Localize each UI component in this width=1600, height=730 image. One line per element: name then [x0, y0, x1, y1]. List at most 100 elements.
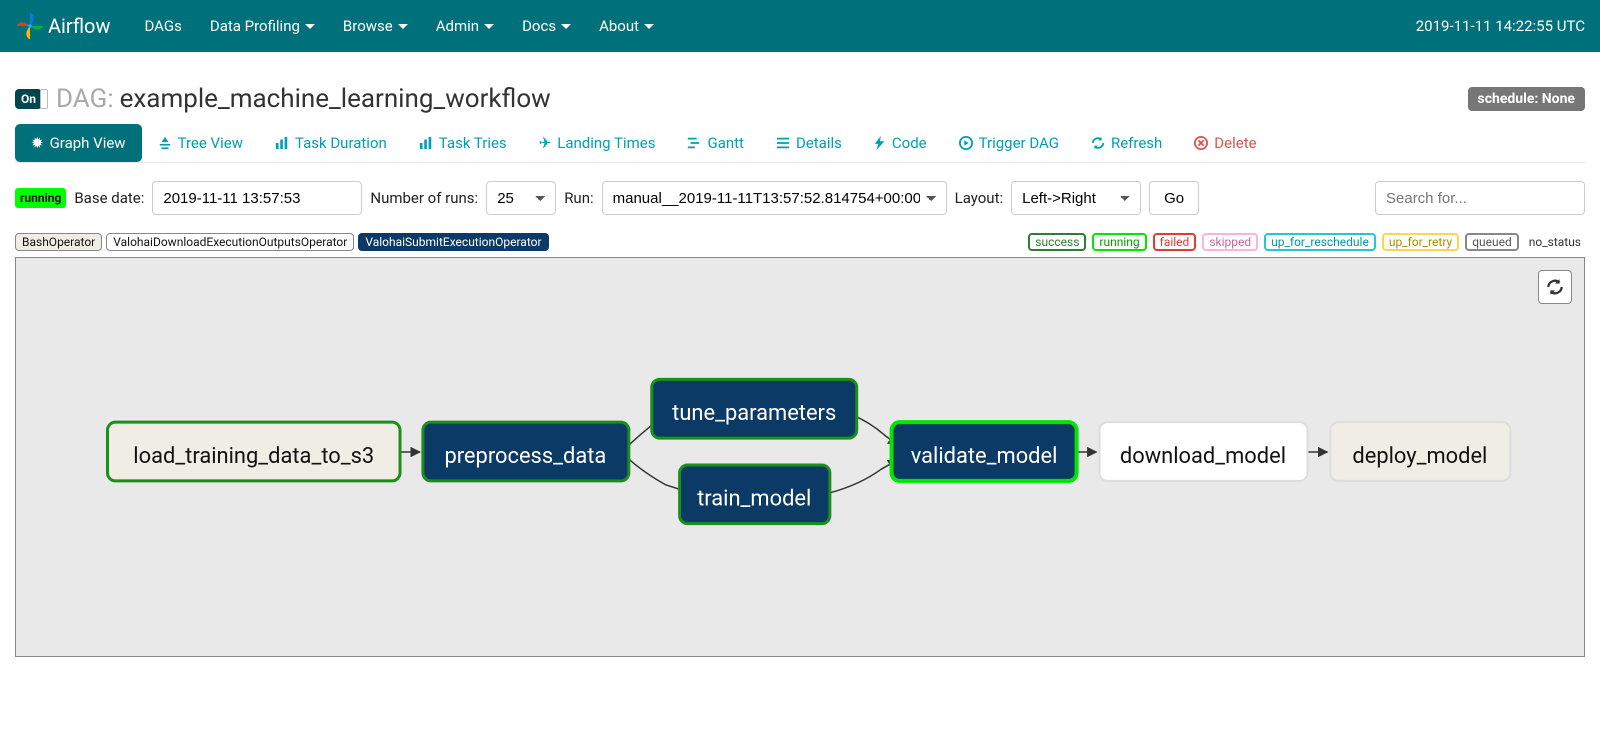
nav-label: About: [599, 17, 639, 35]
tab-label: Gantt: [707, 134, 743, 152]
chevron-down-icon: [398, 24, 408, 29]
bar-chart-icon: [419, 136, 433, 150]
filter-row: running Base date: Number of runs: 25 Ru…: [15, 181, 1585, 215]
tab-graph-view[interactable]: ✹ Graph View: [15, 124, 142, 162]
state-up-for-reschedule[interactable]: up_for_reschedule: [1264, 233, 1376, 251]
tab-code[interactable]: Code: [858, 124, 943, 162]
play-circle-icon: [959, 136, 973, 150]
toggle-handle[interactable]: [40, 89, 48, 109]
tab-label: Refresh: [1111, 134, 1162, 152]
state-running[interactable]: running: [1092, 233, 1146, 251]
tab-label: Trigger DAG: [979, 134, 1059, 152]
state-queued[interactable]: queued: [1465, 233, 1519, 251]
operator-submit[interactable]: ValohaiSubmitExecutionOperator: [358, 233, 548, 251]
tab-task-duration[interactable]: Task Duration: [259, 124, 403, 162]
nav-label: Data Profiling: [210, 17, 300, 35]
sun-icon: ✹: [31, 134, 44, 152]
list-icon: [776, 136, 790, 150]
graph-refresh-button[interactable]: [1538, 270, 1572, 304]
nav-browse[interactable]: Browse: [329, 17, 422, 35]
refresh-icon: [1546, 278, 1564, 296]
chevron-down-icon: [484, 24, 494, 29]
operator-bash[interactable]: BashOperator: [15, 233, 102, 251]
state-success[interactable]: success: [1028, 233, 1086, 251]
chevron-down-icon: [644, 24, 654, 29]
task-node-preprocess-data[interactable]: preprocess_data: [423, 422, 629, 481]
navbar: Airflow DAGs Data Profiling Browse Admin…: [0, 0, 1600, 52]
brand-text: Airflow: [48, 14, 110, 38]
dag-toggle[interactable]: On: [15, 89, 42, 109]
run-label: Run:: [564, 189, 593, 207]
gantt-icon: [687, 136, 701, 150]
nav-admin[interactable]: Admin: [422, 17, 508, 35]
state-skipped[interactable]: skipped: [1202, 233, 1258, 251]
refresh-icon: [1091, 136, 1105, 150]
state-legend: success running failed skipped up_for_re…: [1028, 233, 1585, 251]
nav-label: DAGs: [144, 17, 181, 35]
state-no-status[interactable]: no_status: [1525, 235, 1585, 249]
tab-landing-times[interactable]: ✈ Landing Times: [523, 124, 672, 162]
graph-canvas[interactable]: load_training_data_to_s3 preprocess_data…: [15, 257, 1585, 657]
tab-gantt[interactable]: Gantt: [671, 124, 759, 162]
task-label: preprocess_data: [444, 444, 606, 469]
task-node-tune-parameters[interactable]: tune_parameters: [652, 379, 857, 438]
num-runs-label: Number of runs:: [370, 189, 478, 207]
running-badge: running: [15, 188, 66, 208]
base-date-label: Base date:: [74, 189, 144, 207]
close-circle-icon: [1194, 136, 1208, 150]
run-select[interactable]: manual__2019-11-11T13:57:52.814754+00:00: [602, 181, 947, 215]
plane-icon: ✈: [539, 134, 552, 152]
pinwheel-icon: [15, 11, 48, 41]
layout-label: Layout:: [955, 189, 1003, 207]
operator-download[interactable]: ValohaiDownloadExecutionOutputsOperator: [106, 233, 354, 251]
tab-label: Details: [796, 134, 842, 152]
dag-name: example_machine_learning_workflow: [120, 84, 551, 114]
tab-label: Task Duration: [295, 134, 387, 152]
tab-delete[interactable]: Delete: [1178, 124, 1272, 162]
task-label: download_model: [1120, 444, 1286, 469]
task-node-load-training-data-to-s3[interactable]: load_training_data_to_s3: [107, 422, 400, 481]
num-runs-select[interactable]: 25: [486, 181, 556, 215]
nav-label: Browse: [343, 17, 393, 35]
search-input[interactable]: [1375, 181, 1585, 215]
tree-icon: [158, 136, 172, 150]
legend-row: BashOperator ValohaiDownloadExecutionOut…: [15, 233, 1585, 251]
tab-label: Tree View: [178, 134, 243, 152]
task-node-deploy-model[interactable]: deploy_model: [1330, 422, 1510, 481]
task-node-validate-model[interactable]: validate_model: [892, 422, 1077, 481]
tab-label: Graph View: [50, 134, 126, 152]
tab-details[interactable]: Details: [760, 124, 858, 162]
task-label: deploy_model: [1352, 444, 1487, 469]
task-node-train-model[interactable]: train_model: [680, 465, 830, 524]
tab-trigger-dag[interactable]: Trigger DAG: [943, 124, 1075, 162]
tab-label: Code: [892, 134, 927, 152]
nav-dags[interactable]: DAGs: [130, 17, 195, 35]
brand[interactable]: Airflow: [15, 11, 110, 41]
tab-tree-view[interactable]: Tree View: [142, 124, 259, 162]
task-label: train_model: [697, 487, 811, 512]
operator-legend: BashOperator ValohaiDownloadExecutionOut…: [15, 233, 549, 251]
chevron-down-icon: [305, 24, 315, 29]
task-label: validate_model: [911, 444, 1058, 469]
nav-about[interactable]: About: [585, 17, 668, 35]
nav-data-profiling[interactable]: Data Profiling: [196, 17, 329, 35]
tab-label: Task Tries: [439, 134, 507, 152]
layout-select[interactable]: Left->Right: [1011, 181, 1141, 215]
nav-label: Admin: [436, 17, 479, 35]
bolt-icon: [874, 136, 886, 150]
nav-docs[interactable]: Docs: [508, 17, 585, 35]
state-failed[interactable]: failed: [1153, 233, 1197, 251]
task-label: load_training_data_to_s3: [133, 444, 374, 469]
title-row: On DAG: example_machine_learning_workflo…: [15, 84, 1585, 114]
tab-task-tries[interactable]: Task Tries: [403, 124, 523, 162]
task-node-download-model[interactable]: download_model: [1099, 422, 1307, 481]
bar-chart-icon: [275, 136, 289, 150]
go-button[interactable]: Go: [1149, 181, 1199, 215]
tab-refresh[interactable]: Refresh: [1075, 124, 1178, 162]
task-label: tune_parameters: [672, 401, 836, 426]
clock: 2019-11-11 14:22:55 UTC: [1416, 17, 1585, 35]
base-date-input[interactable]: [152, 181, 362, 215]
state-up-for-retry[interactable]: up_for_retry: [1382, 233, 1459, 251]
dag-label: DAG:: [56, 84, 114, 114]
tabs: ✹ Graph View Tree View Task Duration Tas…: [15, 124, 1585, 163]
